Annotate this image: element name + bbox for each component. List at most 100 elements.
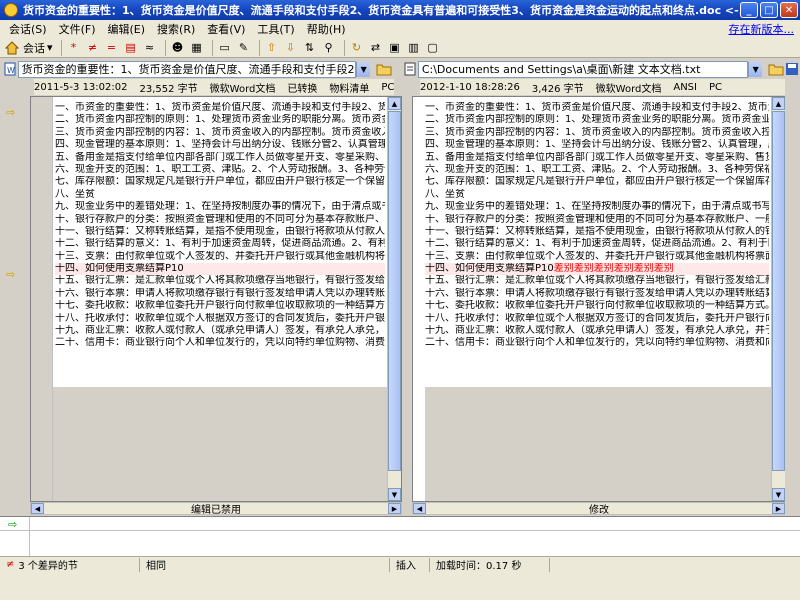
rules-icon[interactable]: ▦ [189,40,205,56]
text-line[interactable]: 二、货币资金内部控制的原则：1、处理货币资金业务的职能分离。货币资金业务包 [55,114,385,126]
menu-session[interactable]: 会话(S) [3,21,53,37]
right-horizontal-scrollbar[interactable]: ◀ 修改 ▶ [412,502,786,516]
text-line[interactable]: 五、备用金是指支付给单位内部各部门或工作人员做零星开支、零星采购、售货找零 [425,152,769,164]
swap-sides-icon[interactable]: ⇄ [368,40,384,56]
scroll-up-icon[interactable]: ▲ [772,97,785,110]
text-line[interactable]: 十一、银行结算：又称转账结算，是指不使用现金，由银行将款项从付款人的银行存 [55,226,385,238]
refresh-icon[interactable]: ↻ [349,40,365,56]
session-dropdown[interactable]: 会话 ▾ [23,40,53,56]
menu-tools[interactable]: 工具(T) [251,21,300,37]
diff-icon[interactable]: ≠ [85,40,101,56]
text-line[interactable]: 十四、如何使用支票结算P10 [55,263,385,276]
open-folder-icon[interactable] [376,61,392,77]
minimize-button[interactable]: _ [740,2,758,18]
diff-arrow-icon[interactable]: ⇨ [6,268,15,281]
text-line[interactable]: 十七、委托收款：收款单位委托开户银行向付款单位收取款项的一种结算方式。 [425,300,769,312]
text-line[interactable]: 十五、银行汇票：是汇款单位或个人将其款项缴存当地银行，有银行签发给汇款人持 [55,275,385,287]
right-vertical-scrollbar[interactable]: ▲ ▼ [771,97,785,501]
find-icon[interactable]: ⚲ [321,40,337,56]
text-line[interactable]: 十、银行存款户的分类：按照资金管理和使用的不同可分为基本存款账户、一般存款 [55,214,385,226]
text-line[interactable]: 十六、银行本票：申请人将款项缴存银行有银行签发给申请人凭以办理转账结算或支 [55,288,385,300]
text-line[interactable]: 九、现金业务中的差错处理：1、在坚持按制度办事的情况下，由于清点或书写、计 [55,201,385,213]
edit-icon[interactable]: ✎ [236,40,252,56]
scroll-thumb[interactable] [772,111,785,471]
text-line[interactable]: 三、货币资金内部控制的内容：1、货币资金收入的内部控制。货币资金收入控制的 [55,127,385,139]
text-line[interactable]: 十七、委托收款：收款单位委托开户银行向付款单位收取款项的一种结算方式。 [55,300,385,312]
ignore-icon[interactable]: ≈ [142,40,158,56]
home-icon[interactable] [4,40,20,56]
text-line[interactable]: 四、现金管理的基本原则：1、坚持会计与出纳分设、钱账分管2、认真管理，严格 [425,139,769,151]
user-icon[interactable]: ☻ [170,40,186,56]
menu-search[interactable]: 搜索(R) [151,21,201,37]
text-line[interactable]: 六、现金开支的范围：1、职工工资、津贴。2、个人劳动报酬。3、各种劳保福利支 [55,164,385,176]
menu-file[interactable]: 文件(F) [53,21,102,37]
text-line[interactable]: 十四、如何使用支票结算P10差别差别差别差别差别差别 [425,263,769,276]
text-line[interactable]: 十三、支票：由付款单位或个人签发的、并委托开户银行或其他金融机构将票面金额 [55,251,385,263]
left-vertical-scrollbar[interactable]: ▲ ▼ [387,97,401,501]
overview-strip[interactable] [785,96,800,516]
right-text-pane[interactable]: 一、币资金的重要性：1、货币资金是价值尺度、流通手段和支付手段2、货币资金具 二、… [412,96,786,502]
scroll-up-icon[interactable]: ▲ [388,97,401,110]
scroll-right-icon[interactable]: ▶ [772,503,785,514]
swap-icon[interactable]: ⇅ [302,40,318,56]
text-line[interactable]: 八、坐贫 [425,189,769,201]
menu-view[interactable]: 查看(V) [201,21,251,37]
right-path-input[interactable]: C:\Documents and Settings\a\桌面\新建 文本文档.t… [417,60,749,78]
text-line[interactable]: 七、库存限额：国家规定凡是银行开户单位，都应由开户银行核定一个保留库存现金 [425,176,769,188]
panel-icon[interactable]: ▢ [425,40,441,56]
scroll-right-icon[interactable]: ▶ [388,503,401,514]
context-icon[interactable]: ▤ [123,40,139,56]
menu-help[interactable]: 帮助(H) [301,21,352,37]
text-line[interactable]: 一、币资金的重要性：1、货币资金是价值尺度、流通手段和支付手段2、货币资金具 [425,102,769,114]
text-line[interactable]: 五、备用金是指支付给单位内部各部门或工作人员做零星开支、零星采购、售货找零 [55,152,385,164]
text-line[interactable]: 四、现金管理的基本原则：1、坚持会计与出纳分设、钱账分管2、认真管理，严格 [55,139,385,151]
text-line[interactable]: 十八、托收承付：收款单位或个人根据双方签订的合同发货后，委托开户银行向付款 [425,313,769,325]
scroll-down-icon[interactable]: ▼ [772,488,785,501]
menu-edit[interactable]: 编辑(E) [102,21,152,37]
same-icon[interactable]: = [104,40,120,56]
text-line[interactable]: 二十、信用卡：商业银行向个人和单位发行的，凭以向特约单位购物、消费和向银行 [55,337,385,349]
text-line[interactable]: 二十、信用卡：商业银行向个人和单位发行的，凭以向特约单位购物、消费和向银行 [425,337,769,349]
text-line[interactable]: 二、货币资金内部控制的原则：1、处理货币资金业务的职能分离。货币资金业务包 [425,114,769,126]
text-line[interactable]: 十二、银行结算的意义：1、有利于加速资金周转，促进商品流通。2、有利于国家资 [55,238,385,250]
toolbar-separator [60,39,62,56]
left-horizontal-scrollbar[interactable]: ◀ 编辑已禁用 ▶ [30,502,402,516]
text-line[interactable]: 十二、银行结算的意义：1、有利于加速资金周转，促进商品流通。2、有利于国家资 [425,238,769,250]
scroll-left-icon[interactable]: ◀ [31,503,44,514]
text-line[interactable]: 十一、银行结算：又称转账结算，是指不使用现金，由银行将款项从付款人的银行存 [425,226,769,238]
text-line[interactable]: 十三、支票：由付款单位或个人签发的、并委托开户银行或其他金融机构将票面金额 [425,251,769,263]
all-icon[interactable]: * [66,40,82,56]
maximize-button[interactable]: □ [760,2,778,18]
left-path-input[interactable]: 货币资金的重要性：1、货币资金是价值尺度、流通手段和支付手段2、货币资 [17,60,357,78]
new-version-link[interactable]: 存在新版本... [729,21,795,37]
prev-diff-icon[interactable]: ⇧ [264,40,280,56]
text-line[interactable]: 十九、商业汇票：收款人或付款人（或承兑申请人）签发，有承兑人承兑，并于到期 [425,325,769,337]
open-folder-icon[interactable] [768,61,784,77]
chevron-down-icon[interactable]: ▼ [748,61,763,77]
text-line[interactable]: 九、现金业务中的差错处理：1、在坚持按制度办事的情况下，由于清点或书写、计 [425,201,769,213]
options-icon[interactable]: ▣ [387,40,403,56]
scroll-down-icon[interactable]: ▼ [388,488,401,501]
text-line[interactable]: 八、坐贫 [55,189,385,201]
text-line[interactable]: 一、币资金的重要性：1、货币资金是价值尺度、流通手段和支付手段2、货币资金具 [55,102,385,114]
text-line[interactable]: 三、货币资金内部控制的内容：1、货币资金收入的内部控制。货币资金收入控制的 [425,127,769,139]
right-date: 2012-1-10 18:28:26 [420,81,520,93]
left-text-pane[interactable]: 一、币资金的重要性：1、货币资金是价值尺度、流通手段和支付手段2、货币资金具二、… [30,96,402,502]
center-divider[interactable] [402,96,412,502]
text-line[interactable]: 六、现金开支的范围：1、职工工资、津贴。2、个人劳动报酬。3、各种劳保福利支 [425,164,769,176]
text-line[interactable]: 十九、商业汇票：收款人或付款人（或承兑申请人）签发，有承兑人承兑，并于到期 [55,325,385,337]
close-button[interactable]: ✕ [780,2,798,18]
text-line[interactable]: 十八、托收承付：收款单位或个人根据双方签订的合同发货后，委托开户银行向付款 [55,313,385,325]
diff-arrow-icon[interactable]: ⇨ [6,106,15,119]
layout-icon[interactable]: ▥ [406,40,422,56]
scroll-left-icon[interactable]: ◀ [413,503,426,514]
text-line[interactable]: 十六、银行本票：申请人将款项缴存银行有银行签发给申请人凭以办理转账结算或支 [425,288,769,300]
save-icon[interactable] [784,61,800,77]
text-line[interactable]: 十五、银行汇票：是汇款单位或个人将其款项缴存当地银行，有银行签发给汇款人持 [425,275,769,287]
next-diff-icon[interactable]: ⇩ [283,40,299,56]
chevron-down-icon[interactable]: ▼ [356,61,370,77]
text-line[interactable]: 十、银行存款户的分类：按照资金管理和使用的不同可分为基本存款账户、一般存款 [425,214,769,226]
text-line[interactable]: 七、库存限额：国家规定凡是银行开户单位，都应由开户银行核定一个保留库存现金 [55,176,385,188]
copy-icon[interactable]: ▭ [217,40,233,56]
scroll-thumb[interactable] [388,111,401,471]
